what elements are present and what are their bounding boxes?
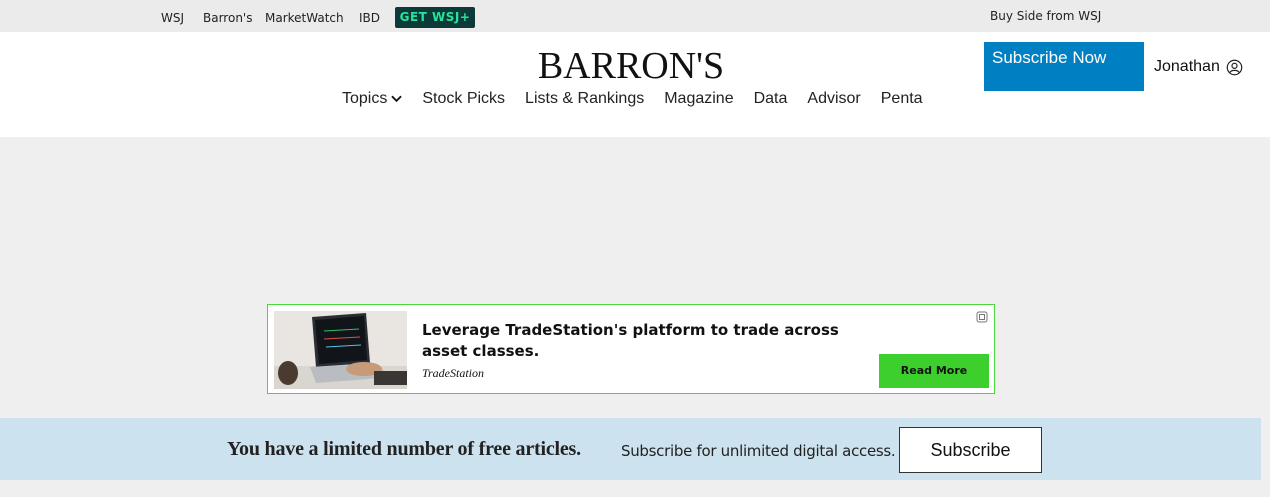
nav-item-magazine[interactable]: Magazine: [664, 90, 733, 108]
get-wsj-button[interactable]: GET WSJ+: [395, 7, 475, 28]
paywall-subtitle: Subscribe for unlimited digital access.: [621, 442, 896, 460]
user-account[interactable]: Jonathan: [1154, 58, 1243, 76]
nav-item-data[interactable]: Data: [754, 90, 788, 108]
subscribe-button[interactable]: Subscribe: [899, 427, 1042, 473]
wsj-link[interactable]: WSJ: [161, 11, 184, 25]
marketwatch-link[interactable]: MarketWatch: [265, 11, 344, 25]
nav-item-penta[interactable]: Penta: [881, 90, 923, 108]
ibd-link[interactable]: IBD: [359, 11, 380, 25]
user-circle-icon: [1226, 59, 1243, 75]
ad-laptop-image: [274, 311, 407, 389]
ad-choices-icon[interactable]: [976, 311, 988, 323]
nav-item-label: Topics: [342, 90, 388, 107]
ad-headline[interactable]: Leverage TradeStation's platform to trad…: [422, 320, 872, 362]
buy-side-link[interactable]: Buy Side from WSJ: [990, 9, 1101, 23]
paywall-title: You have a limited number of free articl…: [227, 438, 581, 460]
user-name: Jonathan: [1154, 58, 1220, 75]
top-utility-bar: WSJ Barron's MarketWatch IBD GET WSJ+ Bu…: [0, 0, 1270, 32]
barrons-link[interactable]: Barron's: [203, 11, 252, 25]
ad-brand: TradeStation: [422, 366, 485, 380]
site-header: BARRON'S Subscribe Now Jonathan Topics S…: [0, 32, 1270, 137]
paywall-banner: You have a limited number of free articl…: [0, 418, 1261, 480]
page-edge: [1270, 0, 1278, 497]
main-nav: Topics Stock Picks Lists & Rankings Maga…: [342, 90, 923, 108]
read-more-button[interactable]: Read More: [879, 354, 989, 388]
nav-item-topics[interactable]: Topics: [342, 90, 403, 108]
nav-item-advisor[interactable]: Advisor: [807, 90, 860, 108]
nav-item-lists-rankings[interactable]: Lists & Rankings: [525, 90, 644, 108]
tradestation-ad[interactable]: Leverage TradeStation's platform to trad…: [267, 304, 995, 394]
nav-item-stock-picks[interactable]: Stock Picks: [422, 90, 505, 108]
subscribe-now-button[interactable]: Subscribe Now: [984, 42, 1144, 91]
chevron-down-icon: [391, 95, 403, 103]
